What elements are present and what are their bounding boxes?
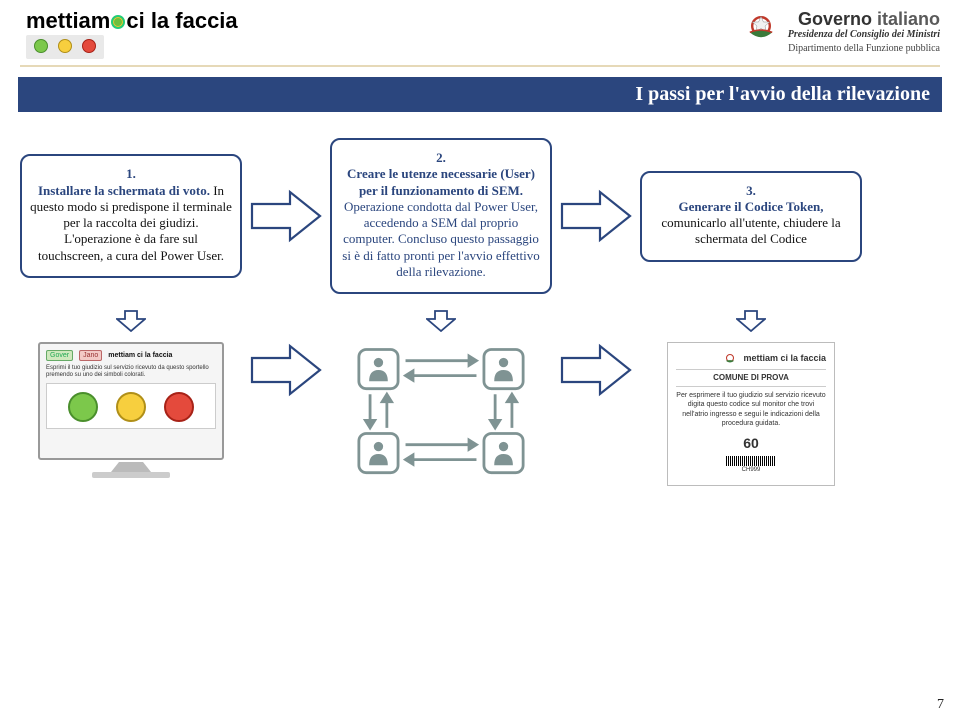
brand-dot-icon [111,15,125,29]
arrow-down-icon [736,310,766,332]
step-3-body: comunicarlo all'utente, chiudere la sche… [661,215,840,246]
brand-left: mettiamci la faccia [26,10,238,59]
token-ticket: mettiam ci la faccia COMUNE DI PROVA Per… [667,342,835,486]
monitor-illustration: Gover Jano mettiam ci la faccia Esprimi … [38,342,224,478]
vote-face-red-icon [164,392,194,422]
arrow-right-icon [250,342,322,398]
barcode-icon [726,456,776,466]
token-bar-label: CH999 [676,467,826,475]
token-code: 60 [676,434,826,452]
monitor-brand: mettiam ci la faccia [108,352,172,359]
monitor-instructions: Esprimi il tuo giudizio sul servizio ric… [46,365,216,379]
step-box-1: 1. Installare la schermata di voto. In q… [20,154,242,278]
step-2-number: 2. [436,150,446,165]
arrow-right-icon [560,342,632,398]
gov-title: Governo italiano [798,10,940,28]
header-divider [20,65,940,67]
down-arrows-row [0,304,960,332]
face-red-icon [82,39,96,53]
step-3-number: 3. [746,183,756,198]
arrow-right-icon [250,188,322,244]
step-2-head: Creare le utenze necessarie (User) per i… [347,166,535,197]
step-1-head: Installare la schermata di voto. [38,183,210,198]
steps-row: 1. Installare la schermata di voto. In q… [0,112,960,304]
step-3-head: Generare il Codice Token, [679,199,824,214]
arrow-right-1 [242,188,330,244]
gov-subtitle: Presidenza del Consiglio dei Ministri [788,29,940,40]
token-entity: COMUNE DI PROVA [676,369,826,387]
users-diagram [341,342,541,482]
arrow-down-icon [116,310,146,332]
page-number: 7 [937,697,944,713]
arrow-right-2 [552,188,640,244]
monitor-tag-red: Jano [79,350,102,361]
arrow-right-icon [560,188,632,244]
face-green-icon [34,39,48,53]
step-1-number: 1. [126,166,136,181]
italy-emblem-icon [744,10,778,42]
token-instructions: Per esprimere il tuo giudizio sul serviz… [676,391,826,427]
page-header: mettiamci la faccia Governo italiano Pre… [0,0,960,63]
gov-department: Dipartimento della Funzione pubblica [788,43,940,54]
step-box-3: 3. Generare il Codice Token, comunicarlo… [640,171,862,262]
italy-emblem-icon [723,351,737,365]
brand-faces-row [26,35,104,59]
arrow-down-icon [426,310,456,332]
brand-title: mettiamci la faccia [26,10,238,32]
illustrations-row: Gover Jano mettiam ci la faccia Esprimi … [0,332,960,486]
vote-face-yellow-icon [116,392,146,422]
face-yellow-icon [58,39,72,53]
brand-right: Governo italiano Presidenza del Consigli… [744,10,940,54]
token-brand: mettiam ci la faccia [743,354,826,363]
monitor-tag-green: Gover [46,350,73,361]
step-2-body: Operazione condotta dal Power User, acce… [342,199,539,279]
slide-title: I passi per l'avvio della rilevazione [18,77,942,112]
vote-face-green-icon [68,392,98,422]
step-box-2: 2. Creare le utenze necessarie (User) pe… [330,138,552,294]
